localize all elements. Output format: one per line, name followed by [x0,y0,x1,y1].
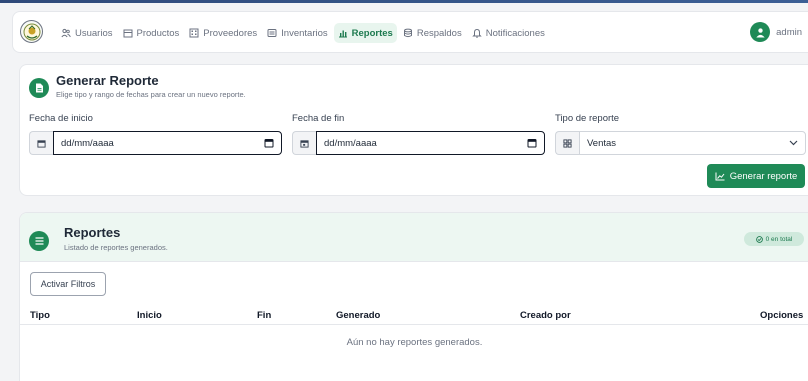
report-type-label: Tipo de reporte [555,113,620,124]
nav-item-inventarios[interactable]: Inventarios [263,23,331,43]
activate-filters-button[interactable]: Activar Filtros [30,272,106,296]
end-date-label: Fecha de fin [292,113,345,124]
empty-table-message: Aún no hay reportes generados. [346,337,483,348]
start-date-group: dd/mm/aaaa [29,131,282,155]
nav-item-proveedores[interactable]: Proveedores [185,23,261,43]
nav-item-label: Productos [136,27,180,39]
navbar: Usuarios Productos Proveedores Inventari… [12,11,808,53]
column-header-creado-por[interactable]: Creado por [520,310,571,321]
bell-icon [472,28,482,38]
calendar-picker-icon[interactable] [264,138,274,148]
nav-menu: Usuarios Productos Proveedores Inventari… [57,12,549,54]
chevron-down-icon [789,140,798,146]
reports-header: Reportes Listado de reportes generados. … [20,213,808,262]
end-date-value: dd/mm/aaaa [324,137,377,149]
start-date-value: dd/mm/aaaa [61,137,114,149]
chart-icon [338,30,347,38]
nav-item-label: Usuarios [75,27,113,39]
nav-item-label: Inventarios [281,27,328,39]
column-header-inicio[interactable]: Inicio [137,310,162,321]
column-header-tipo[interactable]: Tipo [30,310,50,321]
reports-count-badge: 0 en total [744,232,804,246]
generate-report-button[interactable]: Generar reporte [707,164,805,188]
check-circle-icon [755,235,763,243]
nav-item-respaldos[interactable]: Respaldos [399,23,466,43]
end-date-group: dd/mm/aaaa [292,131,545,155]
report-type-select[interactable]: Ventas [579,131,806,155]
column-header-opciones: Opciones [760,310,804,321]
user-name: admin [776,26,802,38]
nav-item-label: Respaldos [416,27,462,39]
list-icon [29,231,49,251]
calendar-check-icon [292,131,316,155]
box-icon [123,29,132,38]
reports-subtitle: Listado de reportes generados. [64,243,168,252]
user-menu[interactable]: admin [750,22,802,42]
nav-item-label: Proveedores [203,27,258,39]
building-icon [189,28,199,38]
generate-title: Generar Reporte [56,73,159,88]
nav-item-notificaciones[interactable]: Notificaciones [468,23,549,43]
logo[interactable] [20,20,43,43]
column-header-generado[interactable]: Generado [336,310,380,321]
generate-subtitle: Elige tipo y rango de fechas para crear … [56,90,246,99]
report-type-group: Ventas [555,131,806,155]
line-chart-icon [715,172,725,180]
end-date-input[interactable]: dd/mm/aaaa [316,131,545,155]
report-type-value: Ventas [587,137,617,149]
document-icon [29,78,49,98]
calendar-icon [29,131,53,155]
start-date-input[interactable]: dd/mm/aaaa [53,131,282,155]
calendar-picker-icon[interactable] [527,138,537,148]
reports-table-header: Tipo Inicio Fin Generado Creado por Opci… [20,305,808,325]
start-date-label: Fecha de inicio [29,113,93,124]
user-icon [750,22,771,42]
nav-item-reportes[interactable]: Reportes [333,23,397,43]
reports-card: Reportes Listado de reportes generados. … [19,212,808,381]
nav-item-label: Notificaciones [485,27,545,39]
nav-item-productos[interactable]: Productos [119,23,184,43]
inventory-icon [267,29,277,37]
nav-item-usuarios[interactable]: Usuarios [57,23,117,43]
reports-count-text: 0 en total [765,235,793,243]
database-icon [403,28,412,38]
reports-title: Reportes [64,225,121,240]
column-header-fin[interactable]: Fin [257,310,271,321]
generate-button-label: Generar reporte [729,170,798,182]
grid-icon [555,131,579,155]
users-icon [61,28,71,38]
top-accent-bar [0,0,808,3]
nav-item-label: Reportes [351,27,393,39]
generate-report-card: Generar Reporte Elige tipo y rango de fe… [19,64,808,196]
